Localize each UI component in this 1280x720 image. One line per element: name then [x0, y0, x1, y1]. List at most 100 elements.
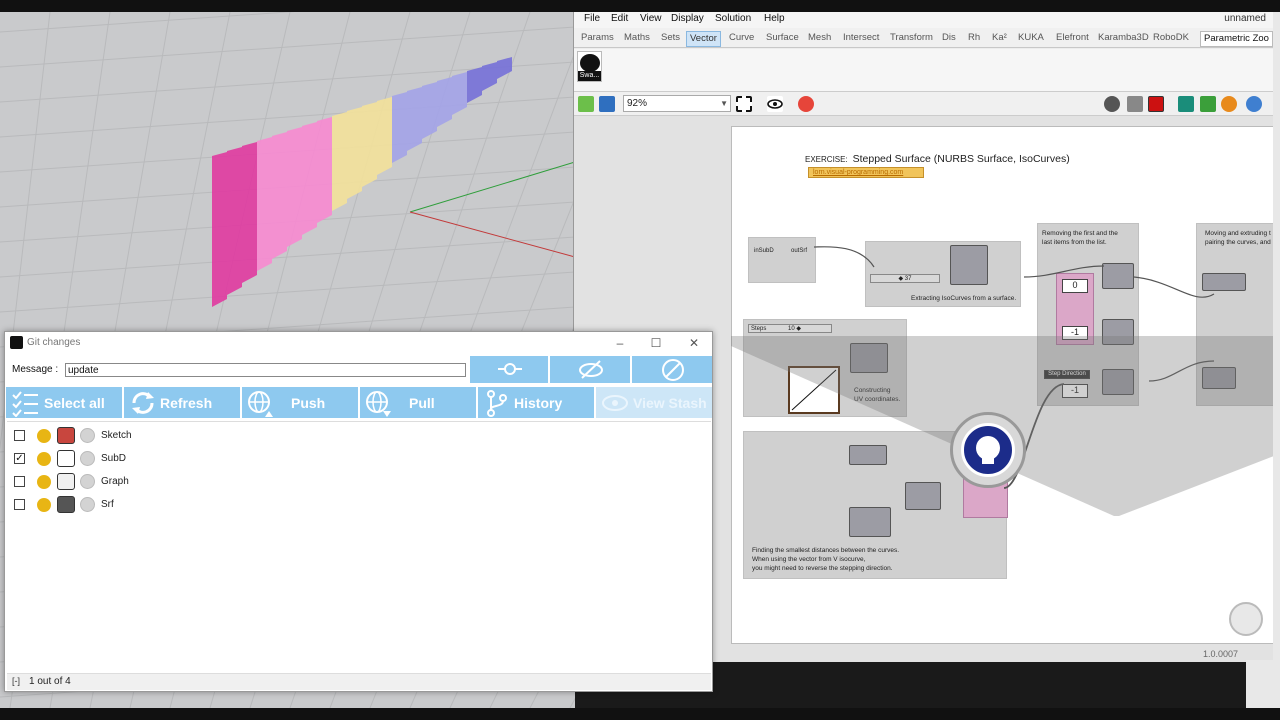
select-all-button[interactable]: Select all — [6, 387, 122, 418]
file-checkbox[interactable]: ✓ — [14, 453, 25, 464]
git-swarm-button[interactable]: Swa... — [577, 51, 602, 82]
pull-button[interactable]: Pull — [360, 387, 476, 418]
surface-step — [392, 92, 407, 163]
menu-help[interactable]: Help — [764, 13, 785, 24]
display-sphere-icon[interactable] — [1246, 96, 1262, 112]
refresh-icon — [132, 392, 154, 414]
surface-step — [452, 72, 467, 115]
wireframe-icon[interactable] — [1127, 96, 1143, 112]
save-file-icon[interactable] — [599, 96, 615, 112]
file-name: SubD — [101, 453, 127, 464]
list-item[interactable]: Srf — [7, 494, 707, 516]
minimize-button[interactable]: – — [603, 334, 637, 352]
status-dot-icon — [80, 474, 95, 489]
bake-icon[interactable] — [1178, 96, 1194, 112]
github-icon — [10, 336, 23, 349]
surface-step — [497, 57, 512, 79]
list-item[interactable]: Sketch — [7, 425, 707, 447]
tab-elefront[interactable]: Elefront — [1053, 31, 1092, 47]
push-label: Push — [291, 395, 326, 411]
git-window-titlebar[interactable]: Git changes – ☐ ✕ — [5, 332, 712, 354]
zoom-select[interactable]: 92% ▼ — [623, 95, 731, 112]
stepped-surface[interactable] — [212, 57, 512, 307]
surface-step — [212, 152, 227, 307]
tab-params[interactable]: Params — [578, 31, 617, 47]
menu-file[interactable]: File — [584, 13, 600, 24]
history-button[interactable]: History — [478, 387, 594, 418]
surface-step — [257, 137, 272, 271]
pull-icon — [366, 391, 391, 417]
git-status-badge[interactable] — [950, 412, 1026, 488]
surface-step — [302, 122, 317, 235]
menu-edit[interactable]: Edit — [611, 13, 628, 24]
tab-intersect[interactable]: Intersect — [840, 31, 882, 47]
selection-icon[interactable] — [1200, 96, 1216, 112]
file-name: Graph — [101, 476, 129, 487]
tab-transform[interactable]: Transform — [887, 31, 936, 47]
surface-step — [362, 102, 377, 187]
menu-view[interactable]: View — [640, 13, 662, 24]
background-panel — [1246, 660, 1280, 708]
discard-button[interactable] — [632, 356, 712, 383]
zoom-extents-icon[interactable] — [736, 96, 752, 112]
file-name: Sketch — [101, 430, 132, 441]
refresh-label: Refresh — [160, 395, 213, 411]
tab-parametric-zoo[interactable]: Parametric Zoo — [1200, 31, 1273, 47]
tab-ka2[interactable]: Ka² — [989, 31, 1010, 47]
collapse-toggle[interactable]: [-] — [12, 676, 20, 686]
tab-sets[interactable]: Sets — [658, 31, 683, 47]
close-button[interactable]: ✕ — [677, 334, 711, 352]
git-window-title: Git changes — [27, 337, 81, 348]
menu-solution[interactable]: Solution — [715, 13, 751, 24]
document-name[interactable]: unnamed — [1224, 13, 1266, 24]
tab-dis[interactable]: Dis — [939, 31, 959, 47]
push-icon — [248, 391, 273, 417]
tab-rh[interactable]: Rh — [965, 31, 983, 47]
list-item[interactable]: Graph — [7, 471, 707, 493]
tab-vector[interactable]: Vector — [686, 31, 721, 47]
surface-step — [242, 142, 257, 283]
commit-button[interactable] — [470, 356, 548, 383]
status-dot-icon — [80, 428, 95, 443]
maximize-button[interactable]: ☐ — [639, 334, 673, 352]
hide-button[interactable] — [550, 356, 630, 383]
tab-mesh[interactable]: Mesh — [805, 31, 834, 47]
preview-mode-icon[interactable] — [1104, 96, 1120, 112]
menu-display[interactable]: Display — [671, 13, 704, 24]
list-item[interactable]: ✓ SubD — [7, 448, 707, 470]
grasshopper-version: 1.0.0007 — [1202, 649, 1238, 659]
subd-thumbnail-icon — [57, 450, 75, 467]
tab-robodk[interactable]: RoboDK — [1150, 31, 1192, 47]
changed-files-list: Sketch ✓ SubD Graph Srf — [7, 421, 711, 670]
pencil-icon — [37, 475, 51, 489]
status-dot-icon — [80, 451, 95, 466]
surface-step — [287, 127, 302, 247]
tab-karamba3d[interactable]: Karamba3D — [1095, 31, 1152, 47]
tab-surface[interactable]: Surface — [763, 31, 802, 47]
tab-kuka[interactable]: KUKA — [1015, 31, 1047, 47]
pencil-icon — [37, 498, 51, 512]
file-checkbox[interactable] — [14, 476, 25, 487]
commit-message-input[interactable] — [65, 363, 466, 377]
open-file-icon[interactable] — [578, 96, 594, 112]
file-checkbox[interactable] — [14, 499, 25, 510]
surface-step — [347, 107, 362, 199]
sketch-pen-icon[interactable] — [798, 96, 814, 112]
tab-maths[interactable]: Maths — [621, 31, 653, 47]
refresh-button[interactable]: Refresh — [124, 387, 240, 418]
surface-step — [422, 82, 437, 139]
push-button[interactable]: Push — [242, 387, 358, 418]
surface-step — [407, 87, 422, 151]
material-icon[interactable] — [1221, 96, 1237, 112]
file-checkbox[interactable] — [14, 430, 25, 441]
screen-bottom-bar — [0, 708, 1280, 720]
preview-eye-icon[interactable] — [767, 96, 783, 112]
surface-step — [272, 132, 287, 259]
tab-curve[interactable]: Curve — [726, 31, 757, 47]
surface-step — [377, 97, 392, 175]
surface-step — [227, 147, 242, 295]
surface-step — [317, 117, 332, 223]
view-stash-button[interactable]: View Stash — [596, 387, 712, 418]
canvas-widget-icon[interactable] — [1229, 602, 1263, 636]
shaded-icon[interactable] — [1148, 96, 1164, 112]
